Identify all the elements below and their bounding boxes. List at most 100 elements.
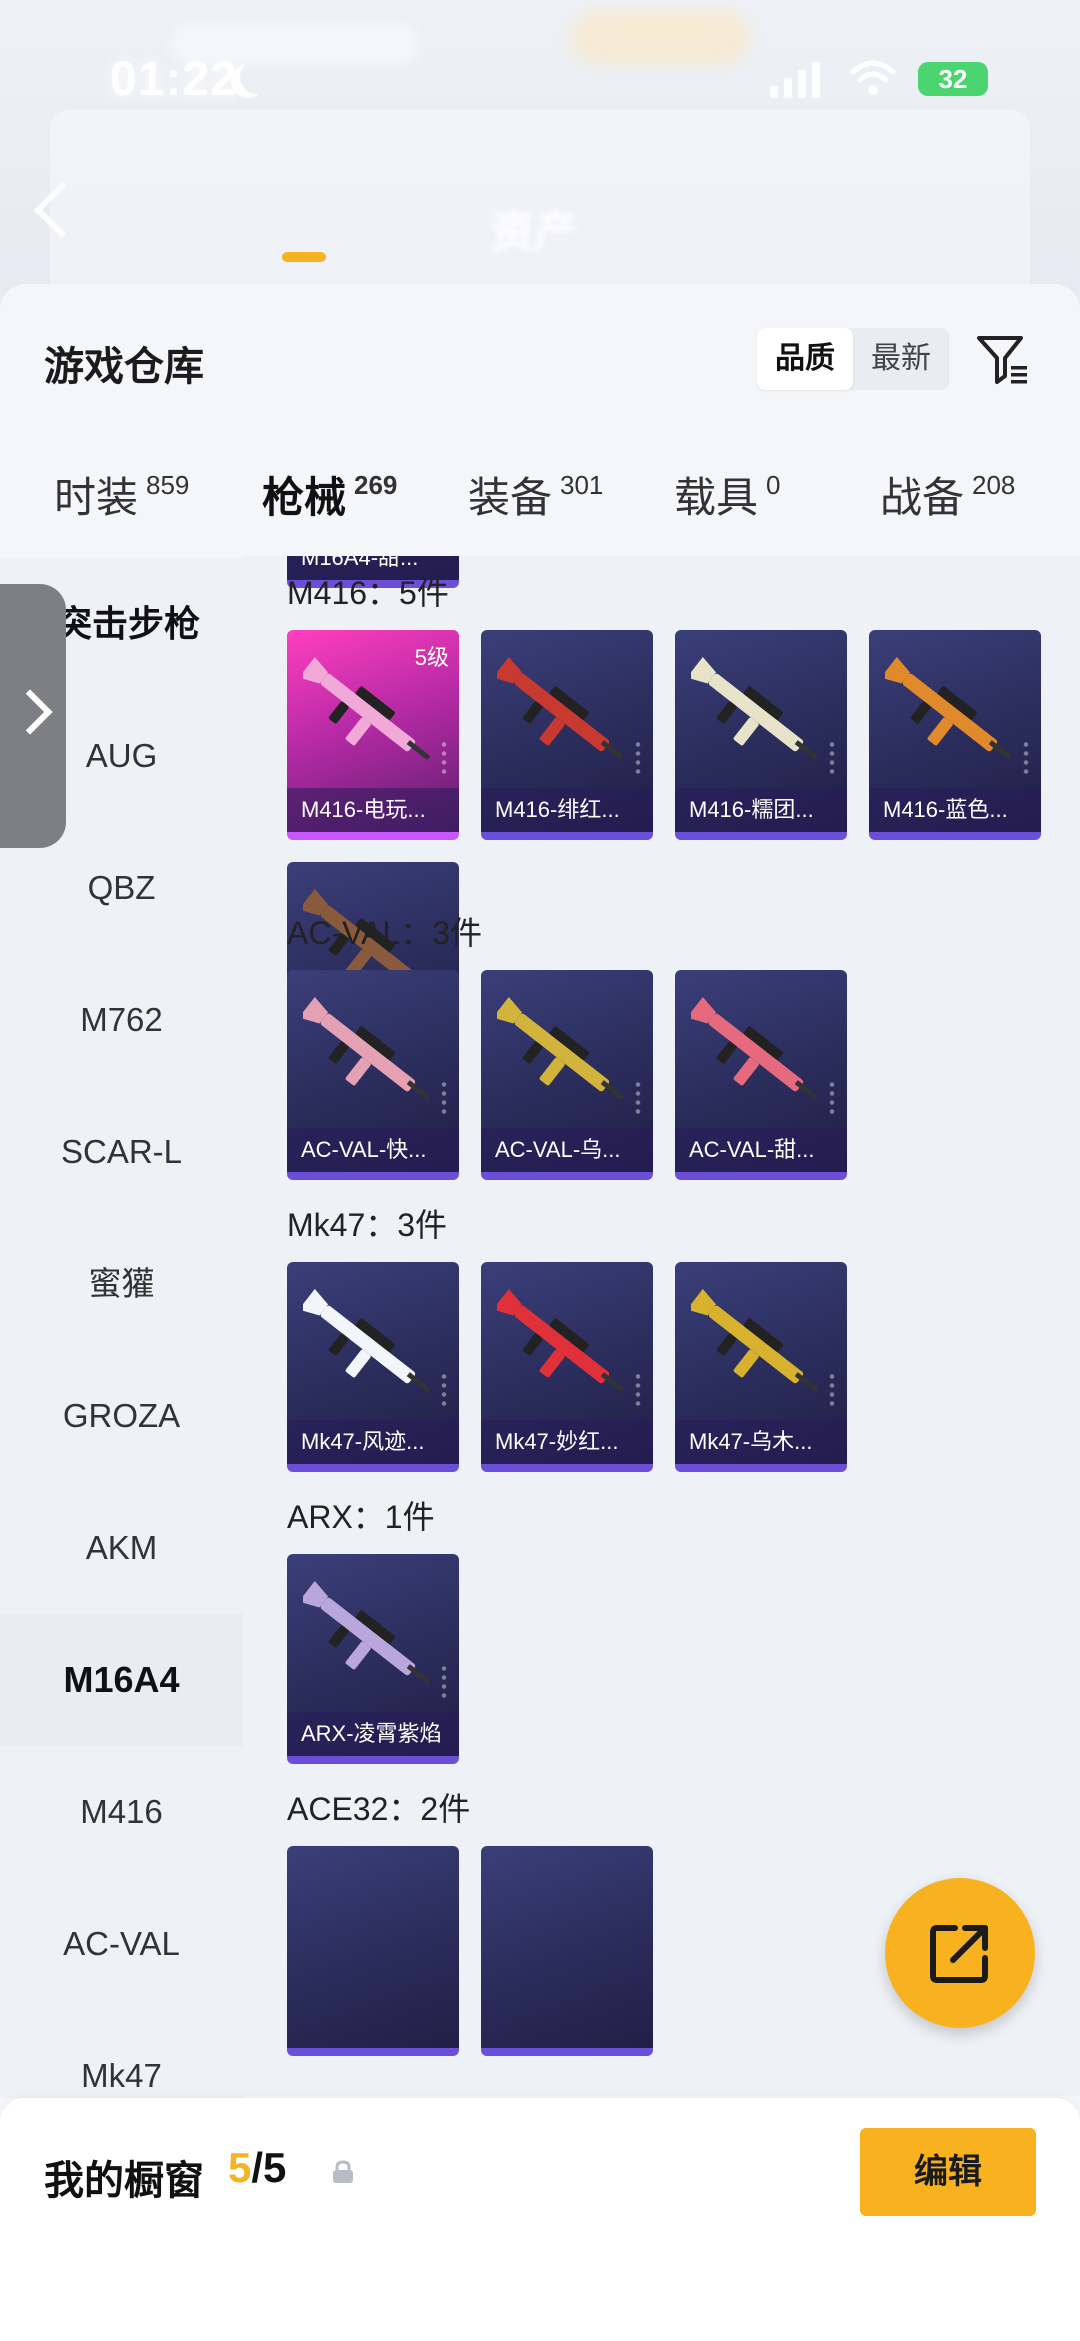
subnav-item-akm[interactable]: AKM [0,1482,243,1614]
card-decoration [827,740,837,776]
card-decoration [439,1080,449,1116]
weapon-name: AC-VAL-甜... [675,1128,847,1172]
subnav-item-m416[interactable]: M416 [0,1746,243,1878]
showcase-label: 我的橱窗 [44,2159,204,2203]
tab-count: 269 [354,470,398,500]
tab-count: 301 [560,470,604,500]
section-title: Mk47：3件 [287,1207,448,1243]
weapon-card[interactable]: ARX-凌霄紫焰 [287,1554,459,1764]
tab-supplies[interactable]: 战备 208 [880,464,1015,525]
tab-label: 战备 [880,474,965,521]
tab-label: 时装 [54,474,139,521]
sort-newest-button[interactable]: 最新 [853,328,949,390]
category-tabs: 时装 859 枪械 269 装备 301 载具 0 战备 208 [0,464,1080,564]
section-title: AC-VAL：3件 [287,915,483,951]
weapon-name: Mk47-乌木... [675,1420,847,1464]
tab-label: 装备 [468,474,553,521]
subnav-item-mk47[interactable]: Mk47 [0,2010,243,2098]
sort-toggle[interactable]: 品质 最新 [757,328,949,390]
weapon-name: Mk47-风迹... [287,1420,459,1464]
section-title: M416：5件 [287,575,449,611]
weapon-card[interactable]: Mk47-乌木... [675,1262,847,1472]
showcase-count: 5/5 [228,2144,286,2192]
signal-icon [770,60,820,98]
weapon-card[interactable]: M416-蓝色... [869,630,1041,840]
weapon-card[interactable]: Mk47-风迹... [287,1262,459,1472]
rifle-icon [497,1289,625,1393]
weapon-card[interactable]: M416-糯团... [675,630,847,840]
showcase-used: 5 [228,2144,252,2191]
subnav-item-m16a4[interactable]: M16A4 [0,1614,243,1746]
subnav-item-honey-badger[interactable]: 蜜獾 [0,1218,243,1350]
rifle-icon [497,657,625,761]
weapon-name: M416-绯红... [481,788,653,832]
tab-label: 枪械 [262,474,347,521]
weapon-name: M416-电玩... [287,788,459,832]
card-decoration [827,1372,837,1408]
card-decoration [633,1080,643,1116]
active-tab-underline [282,252,326,262]
section-title: ARX：1件 [287,1499,435,1535]
tab-count: 0 [766,470,781,500]
showcase-bar: 我的橱窗 5/5 编辑 [0,2098,1080,2341]
tab-count: 208 [972,470,1016,500]
share-icon [930,1925,988,1983]
side-expand-handle[interactable] [0,584,66,848]
tab-label: 载具 [674,474,759,521]
weapon-card[interactable]: Mk47-妙红... [481,1262,653,1472]
weapon-name: ARX-凌霄紫焰 [287,1712,459,1756]
moon-icon [240,60,274,94]
card-decoration [1021,740,1031,776]
subnav-item-scar-l[interactable]: SCAR-L [0,1086,243,1218]
wifi-icon [850,60,896,95]
battery-indicator: 32 [918,62,988,96]
showcase-total: /5 [251,2144,287,2191]
weapon-card[interactable]: 5级 M416-电玩... [287,630,459,840]
level-badge: 5级 [414,645,449,670]
subnav-item-m762[interactable]: M762 [0,954,243,1086]
rifle-icon [885,657,1013,761]
card-decoration [439,1372,449,1408]
card-decoration [439,740,449,776]
card-decoration [633,1372,643,1408]
lock-icon [333,2160,353,2183]
tab-guns[interactable]: 枪械 269 [262,464,397,525]
rifle-icon [303,1289,431,1393]
weapon-name: Mk47-妙红... [481,1420,653,1464]
weapon-name: M416-蓝色... [869,788,1041,832]
tab-vehicles[interactable]: 载具 0 [674,464,780,525]
weapon-name: AC-VAL-快... [287,1128,459,1172]
warehouse-title: 游戏仓库 [44,345,204,389]
weapon-card[interactable] [287,1846,459,2056]
rifle-icon [497,997,625,1101]
subnav-item-ac-val[interactable]: AC-VAL [0,1878,243,2010]
tab-count: 859 [146,470,190,500]
rifle-icon [303,657,431,761]
rifle-icon [303,997,431,1101]
page-title: 资产 [490,208,578,257]
weapon-card[interactable]: M416-绯红... [481,630,653,840]
rifle-icon [691,997,819,1101]
card-decoration [827,1080,837,1116]
weapon-grid: M16A4-甜... M416：5件 5级 M416-电玩... M416-绯红...… [243,556,1080,2096]
card-decoration [439,1664,449,1700]
rifle-icon [303,1581,431,1685]
subnav-item-groza[interactable]: GROZA [0,1350,243,1482]
weapon-name: AC-VAL-乌... [481,1128,653,1172]
weapon-card[interactable]: AC-VAL-快... [287,970,459,1180]
tab-equipment[interactable]: 装备 301 [468,464,603,525]
rifle-icon [691,1289,819,1393]
card-decoration [633,740,643,776]
weapon-card[interactable] [481,1846,653,2056]
weapon-card[interactable]: AC-VAL-乌... [481,970,653,1180]
edit-button[interactable]: 编辑 [860,2128,1036,2216]
status-time: 01:22 [110,53,238,106]
share-button[interactable] [885,1878,1035,2028]
filter-icon[interactable] [975,332,1031,388]
sort-quality-button[interactable]: 品质 [757,328,853,390]
rifle-icon [691,657,819,761]
weapon-card[interactable]: AC-VAL-甜... [675,970,847,1180]
weapon-name: M416-糯团... [675,788,847,832]
tab-fashion[interactable]: 时装 859 [54,464,189,525]
blurred-badge [570,10,750,65]
